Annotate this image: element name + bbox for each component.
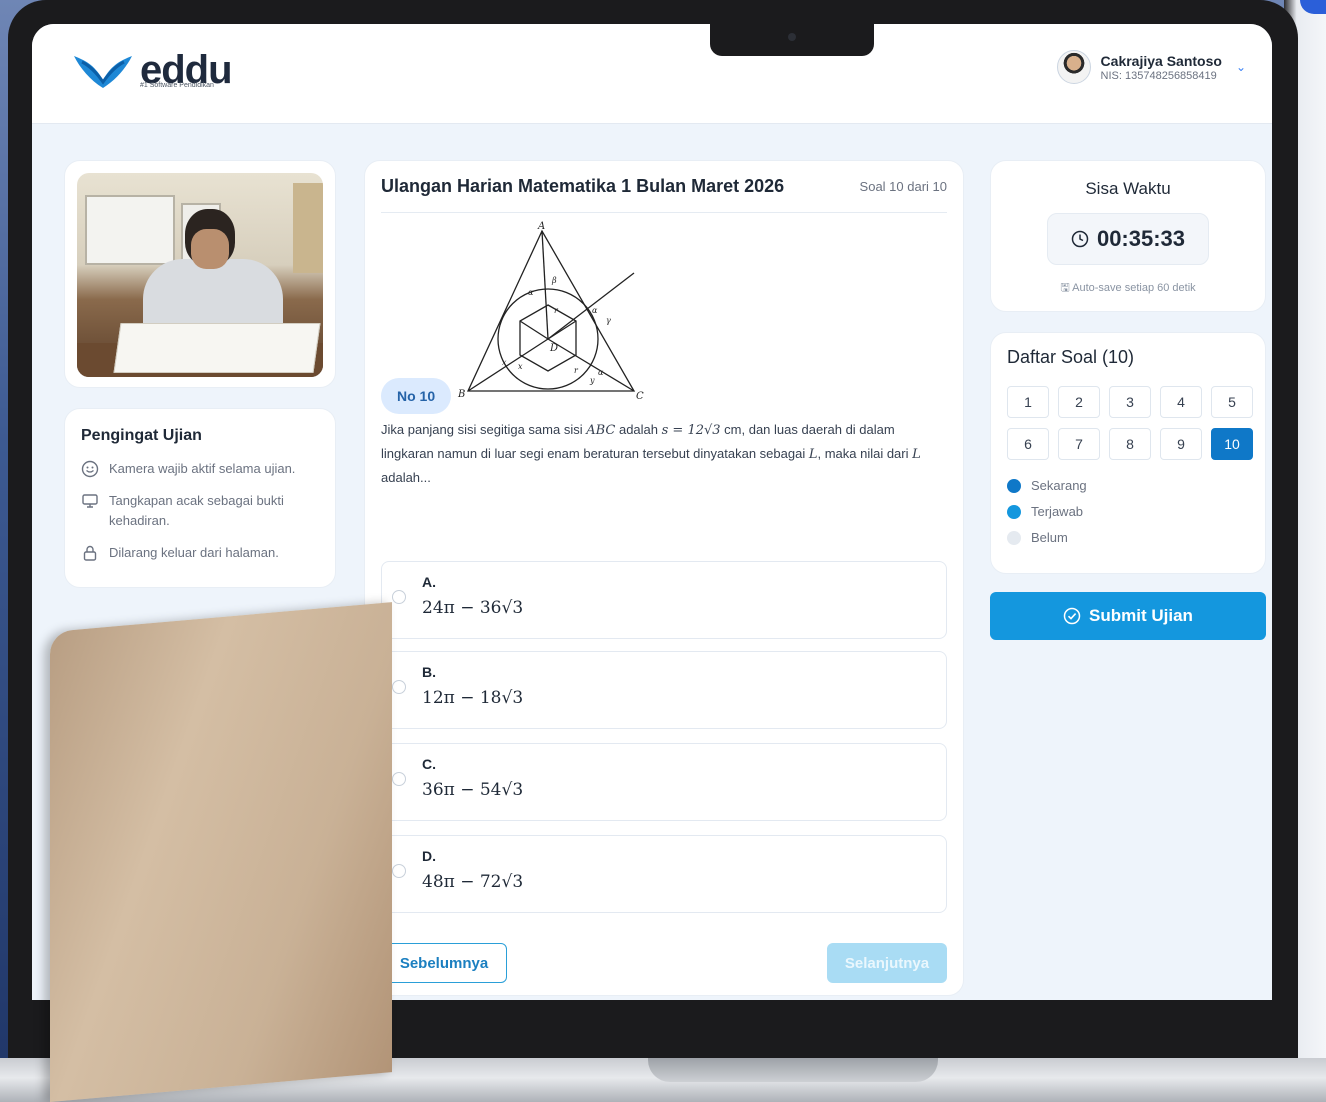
answer-option-b[interactable]: B. 12π − 18√3 [381, 651, 947, 729]
previous-button[interactable]: Sebelumnya [381, 943, 507, 983]
legend-item: Belum [1007, 530, 1249, 545]
submit-exam-button[interactable]: Submit Ujian [990, 592, 1266, 640]
radio-button[interactable] [392, 772, 406, 786]
label-A: A [537, 221, 545, 232]
question-number-button[interactable]: 7 [1058, 428, 1100, 460]
legend-item: Terjawab [1007, 504, 1249, 519]
question-list-card: Daftar Soal (10) 1 2 3 4 5 6 7 8 9 10 Se… [990, 332, 1266, 574]
timer-display: 00:35:33 [1047, 213, 1209, 265]
save-icon: 🖫 [1060, 282, 1070, 294]
answer-option-c[interactable]: C. 36π − 54√3 [381, 743, 947, 821]
label-r-2: r [574, 366, 579, 375]
option-value: 24π − 36√3 [422, 598, 524, 618]
question-number-button[interactable]: 8 [1109, 428, 1151, 460]
status-legend: Sekarang Terjawab Belum [1007, 478, 1249, 545]
camera-notch [710, 24, 874, 56]
label-gamma: γ [606, 316, 611, 325]
user-name: Cakrajiya Santoso [1100, 52, 1222, 69]
status-dot-icon [1007, 478, 1021, 493]
brand-tagline: #1 Software Pendidikan [140, 82, 214, 89]
question-number-button[interactable]: 9 [1160, 428, 1202, 460]
user-menu[interactable]: Cakrajiya Santoso NIS: 135748256858419 ⌄ [1056, 50, 1246, 84]
next-button[interactable]: Selanjutnya [827, 943, 947, 983]
label-x-2: x [518, 362, 523, 371]
question-number-badge: No 10 [381, 378, 452, 414]
reminder-item: Dilarang keluar dari halaman. [81, 543, 319, 563]
question-number-button[interactable]: 5 [1211, 386, 1253, 418]
status-dot-icon [1007, 504, 1021, 519]
avatar [1056, 50, 1091, 84]
radio-button[interactable] [392, 590, 406, 604]
clock-icon [1071, 230, 1089, 248]
check-circle-icon [1063, 607, 1081, 625]
reminder-card: Pengingat Ujian Kamera wajib aktif selam… [64, 408, 336, 588]
question-number-button[interactable]: 1 [1007, 386, 1049, 418]
timer-title: Sisa Waktu [1085, 179, 1171, 198]
option-value: 48π − 72√3 [422, 872, 524, 892]
reminder-title: Pengingat Ujian [81, 427, 202, 444]
chevron-down-icon[interactable]: ⌄ [1236, 60, 1246, 74]
label-y: y [589, 376, 595, 385]
question-number-button[interactable]: 4 [1160, 386, 1202, 418]
camera-icon [788, 33, 796, 41]
option-letter: B. [422, 664, 436, 680]
webcam-card [64, 160, 336, 388]
smile-icon [81, 460, 99, 478]
exam-title: Ulangan Harian Matematika 1 Bulan Maret … [381, 176, 785, 196]
foreground-device [50, 602, 392, 1102]
question-number-button[interactable]: 3 [1109, 386, 1151, 418]
reminder-item: Kamera wajib aktif selama ujian. [81, 459, 319, 479]
option-value: 36π − 54√3 [422, 780, 524, 800]
label-alpha-2: α [592, 306, 598, 315]
timer-value: 00:35:33 [1096, 226, 1186, 251]
header: eddu #1 Software Pendidikan Cakrajiya Sa… [32, 24, 1272, 124]
question-counter: Soal 10 dari 10 [859, 179, 947, 194]
autosave-note: 🖫 Auto-save setiap 60 detik [1060, 282, 1196, 294]
timer-card: Sisa Waktu 00:35:33 🖫 Auto-save setiap 6… [990, 160, 1266, 312]
label-alpha-3: α [598, 368, 604, 377]
question-card: Ulangan Harian Matematika 1 Bulan Maret … [364, 160, 964, 996]
question-number-button[interactable]: 6 [1007, 428, 1049, 460]
submit-label: Submit Ujian [1089, 606, 1193, 625]
question-text: Jika panjang sisi segitiga sama sisi ABC… [381, 422, 921, 485]
lock-icon [83, 545, 97, 561]
option-letter: C. [422, 756, 436, 772]
answer-option-a[interactable]: A. 24π − 36√3 [381, 561, 947, 639]
question-number-button-active[interactable]: 10 [1211, 428, 1253, 460]
user-nis: NIS: 135748256858419 [1100, 69, 1217, 82]
label-beta: β [551, 276, 557, 285]
radio-button[interactable] [392, 864, 406, 878]
radio-button[interactable] [392, 680, 406, 694]
label-alpha: α [528, 288, 534, 297]
option-letter: D. [422, 848, 436, 864]
label-x: x [502, 358, 507, 367]
geometry-figure: A B C D α β α α r r x x y γ [457, 221, 644, 402]
webcam-preview [77, 173, 323, 377]
question-header: Ulangan Harian Matematika 1 Bulan Maret … [381, 161, 947, 213]
option-letter: A. [422, 574, 436, 590]
label-D: D [549, 343, 558, 354]
laptop-base-lip [648, 1058, 938, 1082]
reminder-text: Kamera wajib aktif selama ujian. [109, 461, 296, 476]
legend-item: Sekarang [1007, 478, 1249, 493]
wings-logo-icon [74, 56, 132, 88]
question-list-title: Daftar Soal (10) [1007, 347, 1135, 367]
reminder-text: Tangkapan acak sebagai bukti kehadiran. [109, 493, 284, 528]
answer-option-d[interactable]: D. 48π − 72√3 [381, 835, 947, 913]
option-value: 12π − 18√3 [422, 688, 524, 708]
monitor-icon [82, 494, 98, 508]
status-dot-icon [1007, 530, 1021, 545]
question-number-button[interactable]: 2 [1058, 386, 1100, 418]
label-B: B [457, 389, 465, 400]
question-number-grid: 1 2 3 4 5 6 7 8 9 10 [1007, 386, 1253, 460]
label-C: C [636, 391, 644, 401]
reminder-text: Dilarang keluar dari halaman. [109, 545, 279, 560]
reminder-item: Tangkapan acak sebagai bukti kehadiran. [81, 491, 319, 531]
user-info: Cakrajiya Santoso NIS: 135748256858419 [1101, 53, 1222, 82]
